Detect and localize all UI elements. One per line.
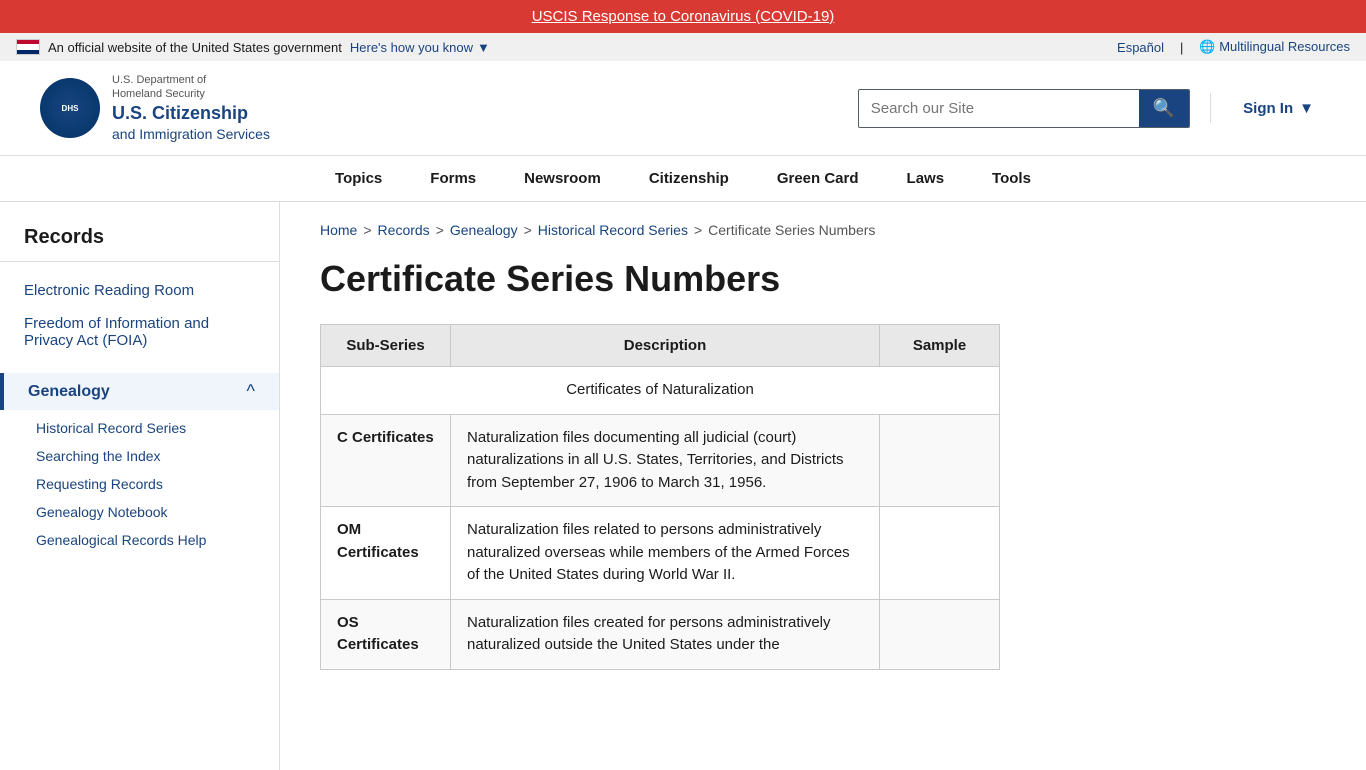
chevron-down-icon: ▼ — [1299, 100, 1314, 117]
how-know-text: Here's how you know — [350, 40, 473, 55]
espanol-link[interactable]: Español — [1117, 40, 1164, 55]
sidebar-genealogy-title[interactable]: Genealogy — [28, 383, 110, 401]
chevron-down-icon: ▼ — [477, 40, 490, 55]
page-layout: Records Electronic Reading Room Freedom … — [0, 202, 1366, 770]
nav-newsroom[interactable]: Newsroom — [500, 156, 625, 201]
breadcrumb-records[interactable]: Records — [378, 222, 430, 238]
agency-sub: and Immigration Services — [112, 125, 270, 143]
nav-tools[interactable]: Tools — [968, 156, 1055, 201]
sidebar-item-searching-the-index[interactable]: Searching the Index — [0, 442, 279, 470]
description-c: Naturalization files documenting all jud… — [451, 414, 880, 507]
sidebar-genealogy-toggle[interactable]: ^ — [247, 381, 255, 402]
search-icon: 🔍 — [1153, 98, 1175, 119]
breadcrumb-sep-1: > — [363, 222, 371, 238]
sample-os — [880, 599, 1000, 669]
breadcrumb-sep-4: > — [694, 222, 702, 238]
table-section-header: Certificates of Naturalization — [321, 367, 1000, 415]
dhs-seal: DHS — [40, 78, 100, 138]
agency-name: U.S. Citizenship — [112, 102, 270, 125]
breadcrumb-sep-2: > — [436, 222, 444, 238]
sub-series-os: OS Certificates — [321, 599, 451, 669]
logo-area: DHS U.S. Department ofHomeland Security … — [40, 73, 270, 143]
official-banner: An official website of the United States… — [0, 33, 1366, 61]
page-title: Certificate Series Numbers — [320, 258, 1326, 300]
search-button[interactable]: 🔍 — [1139, 90, 1189, 127]
sub-series-c: C Certificates — [321, 414, 451, 507]
col-sample: Sample — [880, 325, 1000, 367]
nav-forms[interactable]: Forms — [406, 156, 500, 201]
sample-c — [880, 414, 1000, 507]
header-right: 🔍 Sign In ▼ — [858, 89, 1326, 128]
description-om: Naturalization files related to persons … — [451, 507, 880, 600]
alert-link[interactable]: USCIS Response to Coronavirus (COVID-19) — [532, 8, 835, 25]
search-input[interactable] — [859, 92, 1139, 125]
col-description: Description — [451, 325, 880, 367]
dept-label: U.S. Department ofHomeland Security — [112, 73, 270, 102]
sidebar-genealogy-sub-links: Historical Record Series Searching the I… — [0, 414, 279, 554]
multilingual-link[interactable]: 🌐 Multilingual Resources — [1199, 39, 1350, 55]
alert-banner: USCIS Response to Coronavirus (COVID-19) — [0, 0, 1366, 33]
sign-in-label: Sign In — [1243, 100, 1293, 117]
official-banner-right: Español | 🌐 Multilingual Resources — [1117, 39, 1350, 55]
certificate-series-table: Sub-Series Description Sample Certificat… — [320, 324, 1000, 670]
sign-in-button[interactable]: Sign In ▼ — [1231, 92, 1326, 125]
table-header-row: Sub-Series Description Sample — [321, 325, 1000, 367]
search-area: 🔍 — [858, 89, 1190, 128]
col-sub-series: Sub-Series — [321, 325, 451, 367]
sub-series-om: OM Certificates — [321, 507, 451, 600]
sidebar-title: Records — [0, 226, 279, 262]
nav-laws[interactable]: Laws — [883, 156, 969, 201]
header-divider — [1210, 93, 1211, 123]
sidebar-genealogy-section: Genealogy ^ Historical Record Series Sea… — [0, 373, 279, 554]
breadcrumb-sep-3: > — [524, 222, 532, 238]
main-nav: Topics Forms Newsroom Citizenship Green … — [0, 156, 1366, 202]
nav-citizenship[interactable]: Citizenship — [625, 156, 753, 201]
how-know-link[interactable]: Here's how you know ▼ — [350, 40, 490, 55]
main-content: Home > Records > Genealogy > Historical … — [280, 202, 1366, 770]
sidebar-item-electronic-reading-room[interactable]: Electronic Reading Room — [0, 274, 279, 307]
sidebar-genealogy-header: Genealogy ^ — [0, 373, 279, 410]
divider: | — [1180, 40, 1183, 55]
section-header-cell: Certificates of Naturalization — [321, 367, 1000, 415]
sidebar: Records Electronic Reading Room Freedom … — [0, 202, 280, 770]
sample-om — [880, 507, 1000, 600]
globe-icon: 🌐 — [1199, 39, 1215, 54]
table-row: OS Certificates Naturalization files cre… — [321, 599, 1000, 669]
breadcrumb-genealogy[interactable]: Genealogy — [450, 222, 518, 238]
breadcrumb-home[interactable]: Home — [320, 222, 357, 238]
breadcrumb-current: Certificate Series Numbers — [708, 222, 875, 238]
logo-text: U.S. Department ofHomeland Security U.S.… — [112, 73, 270, 143]
official-banner-left: An official website of the United States… — [16, 39, 490, 55]
us-flag-icon — [16, 39, 40, 55]
sidebar-item-genealogy-notebook[interactable]: Genealogy Notebook — [0, 498, 279, 526]
table-row: C Certificates Naturalization files docu… — [321, 414, 1000, 507]
official-text: An official website of the United States… — [48, 40, 342, 55]
breadcrumb: Home > Records > Genealogy > Historical … — [320, 222, 1326, 238]
nav-green-card[interactable]: Green Card — [753, 156, 883, 201]
sidebar-item-requesting-records[interactable]: Requesting Records — [0, 470, 279, 498]
description-os: Naturalization files created for persons… — [451, 599, 880, 669]
sidebar-item-historical-record-series[interactable]: Historical Record Series — [0, 414, 279, 442]
breadcrumb-historical-record-series[interactable]: Historical Record Series — [538, 222, 688, 238]
sidebar-item-foia[interactable]: Freedom of Information and Privacy Act (… — [0, 307, 279, 357]
site-header: DHS U.S. Department ofHomeland Security … — [0, 61, 1366, 156]
table-row: OM Certificates Naturalization files rel… — [321, 507, 1000, 600]
nav-topics[interactable]: Topics — [311, 156, 406, 201]
sidebar-item-genealogical-records-help[interactable]: Genealogical Records Help — [0, 526, 279, 554]
